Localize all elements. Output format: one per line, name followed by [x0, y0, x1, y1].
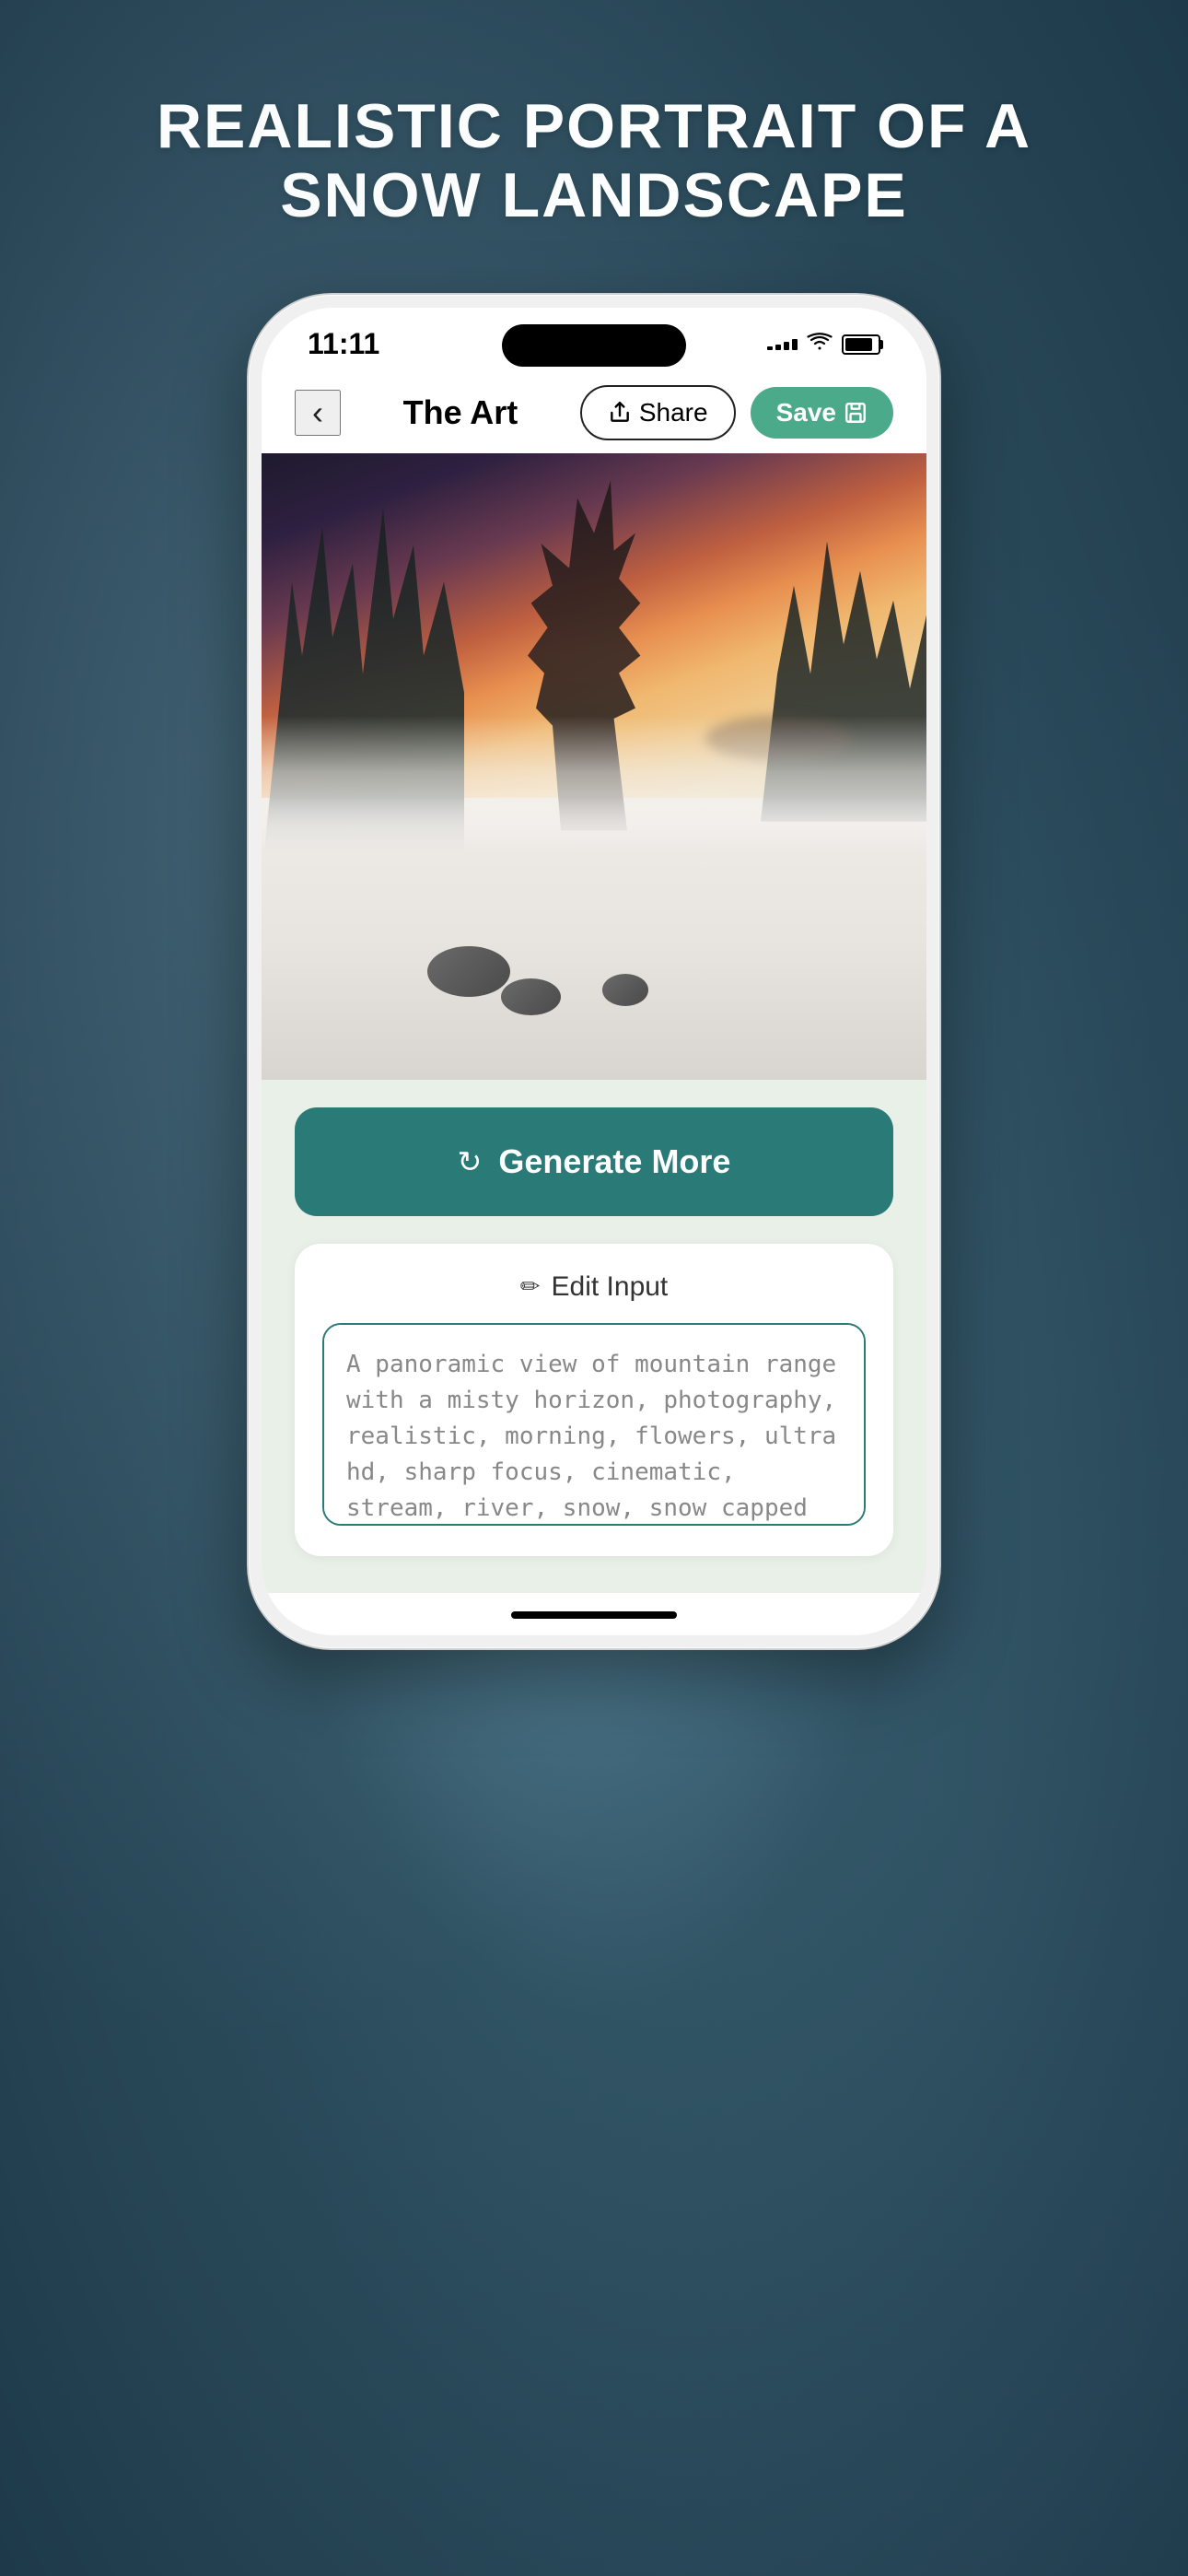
status-icons [767, 333, 880, 357]
rock-2 [501, 978, 561, 1015]
status-time: 11:11 [308, 327, 379, 361]
generate-label: Generate More [498, 1142, 730, 1181]
save-button[interactable]: Save [751, 387, 893, 439]
nav-bar: ‹ The Art Share Save [262, 372, 926, 453]
nav-actions: Share Save [580, 385, 893, 440]
edit-section: ✏ Edit Input [295, 1244, 893, 1556]
phone-frame: 11:11 [249, 295, 939, 1648]
share-button[interactable]: Share [580, 385, 736, 440]
battery-icon [842, 334, 880, 355]
signal-dots [767, 339, 798, 350]
rock-3 [602, 974, 648, 1006]
battery-fill [845, 338, 872, 351]
signal-dot-2 [775, 345, 781, 350]
app-content: ↻ Generate More ✏ Edit Input [262, 1080, 926, 1593]
page-title: REALISTIC PORTRAIT OF ASNOW LANDSCAPE [83, 92, 1105, 230]
signal-dot-3 [784, 342, 789, 350]
share-icon [608, 401, 632, 425]
edit-input[interactable] [322, 1323, 866, 1526]
edit-header-label: Edit Input [552, 1271, 669, 1303]
save-label: Save [776, 398, 836, 427]
signal-dot-4 [792, 339, 798, 350]
share-label: Share [639, 398, 708, 427]
generate-icon: ↻ [458, 1144, 483, 1179]
wifi-icon [807, 333, 833, 357]
back-button[interactable]: ‹ [295, 390, 341, 436]
home-indicator [511, 1611, 677, 1619]
rock-1 [427, 946, 510, 997]
save-icon [844, 401, 868, 425]
phone-inner: 11:11 [262, 308, 926, 1635]
status-bar: 11:11 [262, 308, 926, 372]
edit-icon: ✏ [520, 1272, 541, 1301]
back-chevron-icon: ‹ [312, 393, 323, 432]
snow-foreground [262, 798, 926, 1080]
nav-title: The Art [403, 393, 518, 432]
edit-header: ✏ Edit Input [322, 1271, 866, 1303]
dynamic-island [502, 324, 686, 367]
generated-image [262, 453, 926, 1080]
generate-more-button[interactable]: ↻ Generate More [295, 1107, 893, 1216]
signal-dot-1 [767, 346, 773, 350]
